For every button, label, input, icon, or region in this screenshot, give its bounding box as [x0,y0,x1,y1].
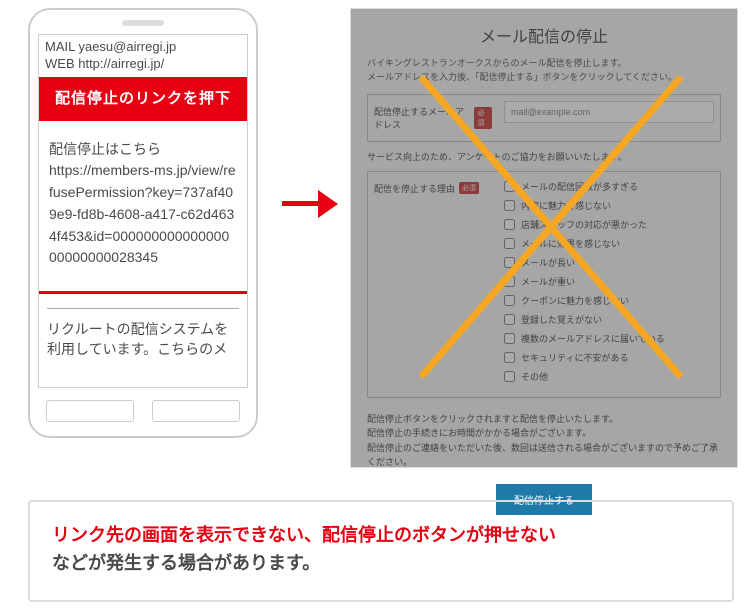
divider [47,308,239,309]
conclusion-emphasis: リンク先の画面を表示できない、配信停止のボタンが押せない [52,525,556,545]
phone-mockup: MAIL yaesu@airregi.jp WEB http://airregi… [28,8,258,438]
phone-softkey-right[interactable] [152,400,240,422]
mail-header: MAIL yaesu@airregi.jp WEB http://airregi… [39,35,247,75]
unsubscribe-intro: 配信停止はこちら [49,139,237,161]
disabled-overlay [351,9,737,467]
phone-speaker [122,20,164,26]
footer-text: リクルートの配信システムを利用しています。こちらのメ [39,317,247,360]
web-line: WEB http://airregi.jp/ [45,56,241,73]
mail-line: MAIL yaesu@airregi.jp [45,39,241,56]
conclusion-box: リンク先の画面を表示できない、配信停止のボタンが押せない などが発生する場合があ… [28,500,734,602]
conclusion-rest: などが発生する場合があります。 [52,553,320,573]
callout-banner: 配信停止のリンクを押下 [38,77,248,118]
unsubscribe-link-box: 配信停止はこちら https://members-ms.jp/view/refu… [38,118,248,294]
phone-softkey-left[interactable] [46,400,134,422]
phone-screen: MAIL yaesu@airregi.jp WEB http://airregi… [38,34,248,388]
unsubscribe-url[interactable]: https://members-ms.jp/view/refusePermiss… [49,160,237,268]
unsubscribe-page: メール配信の停止 バイキングレストランオークスからのメール配信を停止します。 メ… [350,8,738,468]
arrow-right-icon [282,190,340,218]
